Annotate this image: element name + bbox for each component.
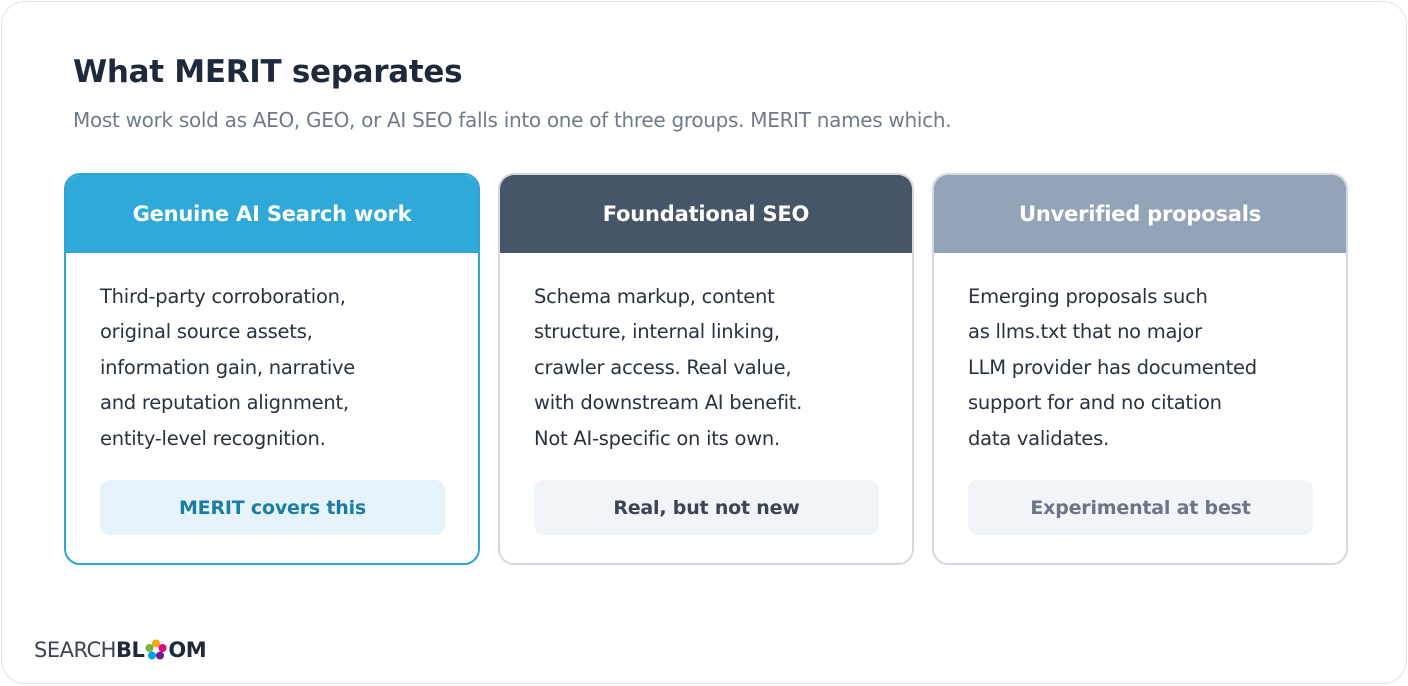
flower-icon	[145, 639, 167, 660]
card-description-line: LLM provider has documented	[968, 355, 1257, 379]
logo-text-om: OM	[168, 638, 207, 662]
logo-text-bl: BL	[115, 638, 145, 662]
card-badge: Experimental at best	[968, 480, 1313, 535]
card-description: Emerging proposals such as llms.txt that…	[968, 279, 1328, 456]
card-badge: Real, but not new	[534, 480, 879, 535]
card-description: Schema markup, content structure, intern…	[534, 279, 894, 456]
card-description-line: support for and no citation	[968, 391, 1222, 415]
card-description-line: original source assets,	[100, 320, 313, 344]
card-description-line: as llms.txt that no major	[968, 320, 1202, 344]
page-subtitle: Most work sold as AEO, GEO, or AI SEO fa…	[73, 108, 952, 132]
card-description-line: and reputation alignment,	[100, 391, 349, 415]
card-genuine-ai-search: Genuine AI Search work Third-party corro…	[64, 173, 480, 565]
card-description-line: entity-level recognition.	[100, 426, 326, 450]
page-title: What MERIT separates	[73, 54, 463, 90]
brand-logo: SEARCH BL OM	[34, 638, 207, 662]
card-heading: Unverified proposals	[934, 175, 1346, 253]
card-unverified-proposals: Unverified proposals Emerging proposals …	[932, 173, 1348, 565]
card-foundational-seo: Foundational SEO Schema markup, content …	[498, 173, 914, 565]
card-description-line: structure, internal linking,	[534, 320, 780, 344]
card-description-line: information gain, narrative	[100, 355, 356, 379]
card-description-line: with downstream AI benefit.	[534, 391, 803, 415]
card-description-line: data validates.	[968, 426, 1110, 450]
card-badge: MERIT covers this	[100, 480, 445, 535]
card-description-line: Third-party corroboration,	[100, 285, 346, 308]
card-description-line: Emerging proposals such	[968, 285, 1208, 308]
card-heading: Genuine AI Search work	[66, 175, 478, 253]
card-heading: Foundational SEO	[500, 175, 912, 253]
card-description-line: Schema markup, content	[534, 285, 775, 308]
content-panel: What MERIT separates Most work sold as A…	[1, 1, 1407, 684]
card-description: Third-party corroboration, original sour…	[100, 279, 460, 456]
card-description-line: crawler access. Real value,	[534, 355, 792, 379]
logo-text-search: SEARCH	[34, 638, 116, 662]
card-description-line: Not AI-specific on its own.	[534, 426, 780, 450]
